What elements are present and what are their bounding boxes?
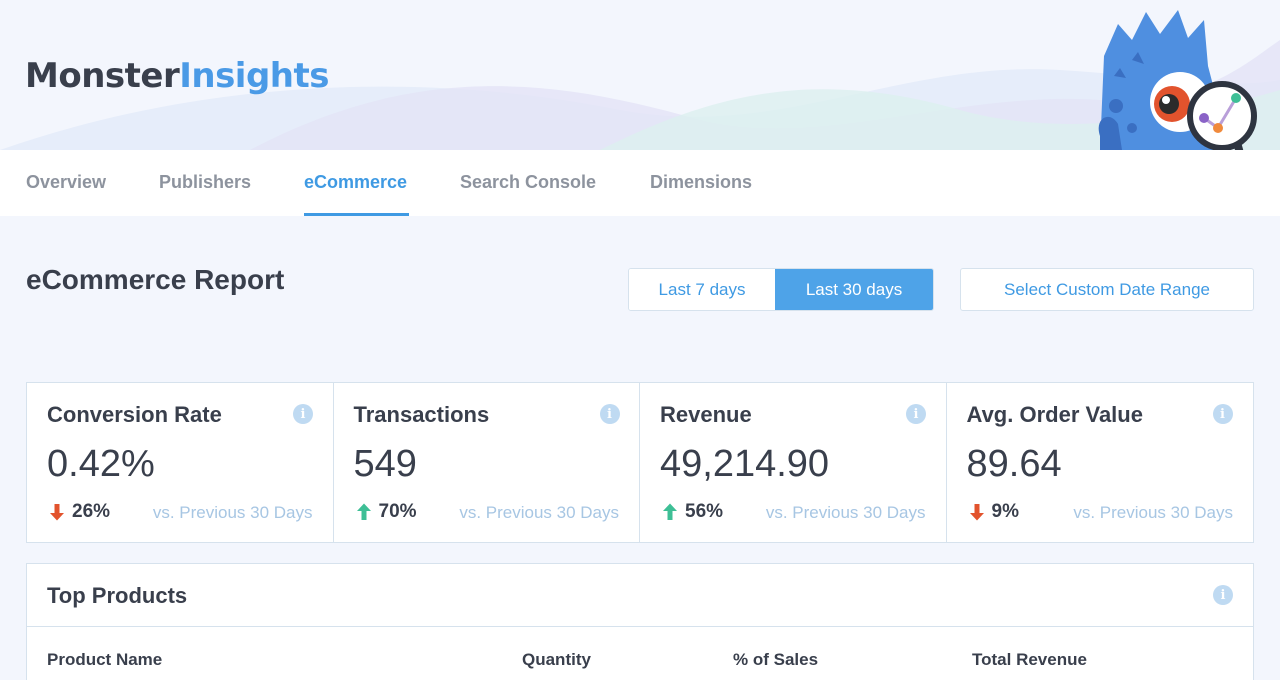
change-value: 9%: [991, 501, 1019, 522]
stat-change: 26%: [47, 501, 110, 523]
header-banner: MonsterInsights: [0, 0, 1280, 150]
change-value: 70%: [378, 501, 417, 522]
stat-value: 549: [353, 443, 417, 485]
panel-title: Top Products: [47, 583, 188, 608]
stats-panel: Conversion Rate i 0.42% 26% vs. Previous…: [26, 382, 1254, 543]
change-value: 56%: [685, 501, 724, 522]
stat-value: 89.64: [966, 443, 1062, 485]
column-header-total-revenue: Total Revenue: [972, 650, 1087, 669]
compare-label: vs. Previous 30 Days: [765, 503, 926, 522]
stat-change: 70%: [354, 501, 417, 523]
stat-change: 9%: [967, 501, 1019, 523]
stat-value: 0.42%: [47, 443, 155, 485]
compare-label: vs. Previous 30 Days: [1073, 503, 1233, 522]
page-title: eCommerce Report: [26, 264, 285, 295]
tab-search-console[interactable]: Search Console: [460, 172, 596, 193]
info-icon[interactable]: i: [599, 404, 620, 424]
custom-date-range-button[interactable]: Select Custom Date Range: [960, 268, 1254, 311]
tab-overview[interactable]: Overview: [26, 172, 106, 193]
stat-label: Revenue: [660, 402, 752, 427]
stat-transactions: Transactions i 549 70% vs. Previous 30 D…: [334, 383, 640, 542]
stat-label: Transactions: [353, 402, 490, 427]
column-header-product-name: Product Name: [47, 650, 163, 669]
arrow-up-icon: [356, 503, 371, 520]
last-7-days-button[interactable]: Last 7 days: [629, 269, 776, 310]
tab-dimensions[interactable]: Dimensions: [650, 172, 752, 193]
column-header-quantity: Quantity: [522, 650, 591, 669]
info-icon[interactable]: i: [906, 404, 926, 424]
column-header-percent-of-sales: % of Sales: [733, 650, 819, 669]
stat-label: Conversion Rate: [47, 402, 222, 427]
stat-avg-order-value: Avg. Order Value i 89.64 9% vs. Previous…: [947, 383, 1254, 542]
stat-label: Avg. Order Value: [966, 402, 1143, 427]
tab-ecommerce[interactable]: eCommerce: [304, 172, 407, 193]
info-icon[interactable]: i: [293, 404, 313, 424]
monster-mascot-icon: [1098, 10, 1257, 150]
report-tabs: Overview Publishers eCommerce Search Con…: [0, 150, 1280, 216]
change-value: 26%: [72, 501, 111, 522]
monsterinsights-logo: MonsterInsights: [25, 56, 329, 96]
compare-label: vs. Previous 30 Days: [152, 503, 313, 522]
info-icon[interactable]: i: [1213, 585, 1233, 605]
info-icon[interactable]: i: [1212, 404, 1233, 424]
last-30-days-button[interactable]: Last 30 days: [775, 269, 933, 310]
divider: [27, 626, 1253, 627]
arrow-up-icon: [663, 503, 677, 520]
stat-change: 56%: [660, 501, 723, 523]
stat-value: 49,214.90: [660, 443, 830, 485]
top-products-panel: Top Products i Product Name Quantity % o…: [26, 563, 1254, 680]
stat-revenue: Revenue i 49,214.90 56% vs. Previous 30 …: [640, 383, 947, 542]
tab-publishers[interactable]: Publishers: [159, 172, 251, 193]
arrow-down-icon: [969, 504, 984, 521]
compare-label: vs. Previous 30 Days: [459, 503, 619, 522]
stat-conversion-rate: Conversion Rate i 0.42% 26% vs. Previous…: [27, 383, 334, 542]
date-range-toggle: Last 7 days Last 30 days: [628, 268, 934, 311]
arrow-down-icon: [50, 504, 64, 521]
active-tab-indicator: [304, 213, 409, 216]
